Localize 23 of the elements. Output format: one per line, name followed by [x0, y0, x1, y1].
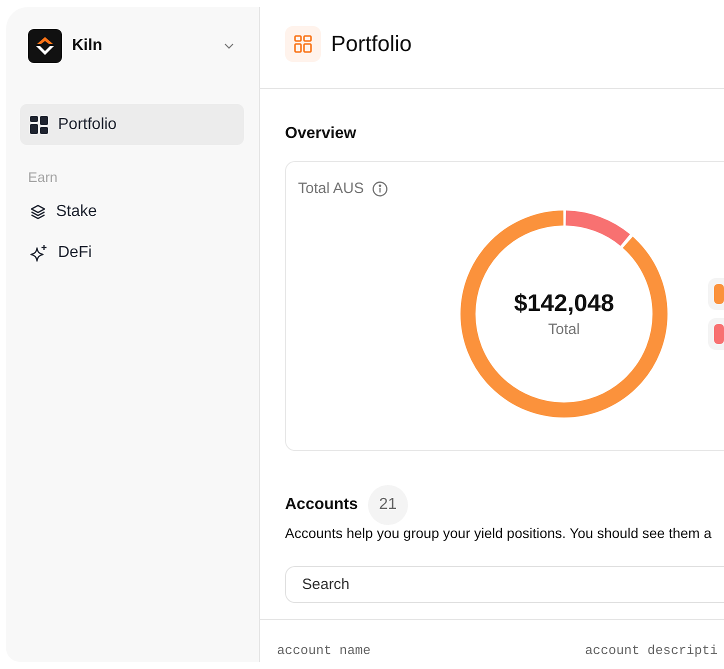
logo-icon	[28, 29, 62, 63]
column-header: account descripti	[585, 643, 718, 658]
card-title: Total AUS	[298, 180, 364, 197]
workspace-name: Kiln	[72, 37, 104, 55]
count-badge: 21	[368, 485, 408, 525]
sparkle-icon	[30, 244, 48, 262]
chevron-down-icon[interactable]	[224, 43, 234, 49]
page-title: Portfolio	[331, 31, 412, 57]
nav-item[interactable]: DeFi	[20, 232, 244, 273]
nav-item[interactable]: Portfolio	[20, 104, 244, 145]
layers-icon	[30, 204, 46, 220]
section-description: Accounts help you group your yield positions. You should see them a	[285, 525, 713, 541]
portfolio-icon	[285, 26, 321, 62]
total-label: Total	[548, 321, 580, 338]
nav-item[interactable]: Stake	[20, 191, 244, 232]
section-heading: Overview	[285, 125, 358, 143]
grid-icon	[30, 116, 48, 134]
section-heading: Accounts	[285, 496, 358, 514]
info-icon[interactable]	[372, 180, 388, 196]
search-field[interactable]: Search	[285, 566, 724, 603]
section-label: Earn	[27, 168, 59, 187]
total-value: $142,048	[514, 290, 614, 318]
column-header: account name	[277, 643, 372, 658]
